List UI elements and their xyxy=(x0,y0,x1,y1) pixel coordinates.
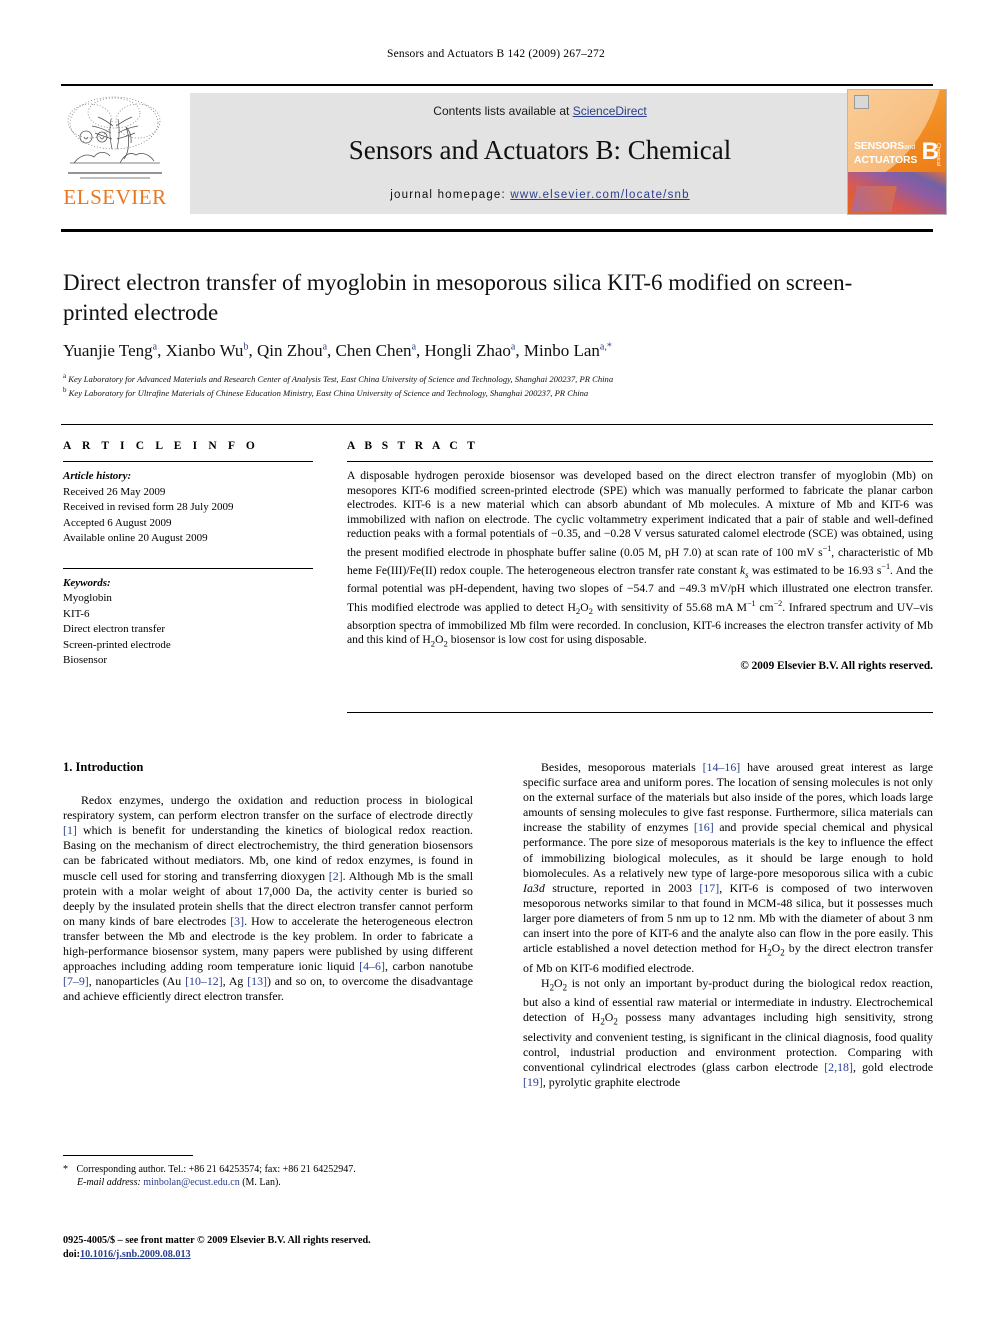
homepage-prefix: journal homepage: xyxy=(390,189,511,201)
page-title: Direct electron transfer of myoglobin in… xyxy=(63,270,853,325)
sciencedirect-link[interactable]: ScienceDirect xyxy=(573,104,647,118)
cover-artwork: SENSORSand ACTUATORS B Chemical xyxy=(848,90,946,214)
abstract-copyright: © 2009 Elsevier B.V. All rights reserved… xyxy=(740,660,933,673)
body-column-left: 1. Introduction Redox enzymes, undergo t… xyxy=(63,760,473,1004)
panel-bottom-rule xyxy=(347,712,933,713)
elsevier-wordmark: ELSEVIER xyxy=(63,185,167,209)
keyword-item: Myoglobin xyxy=(63,592,112,604)
issn-front-matter: 0925-4005/$ – see front matter © 2009 El… xyxy=(63,1235,371,1246)
article-info-column: A R T I C L E I N F O Article history: R… xyxy=(63,440,313,669)
journal-title: Sensors and Actuators B: Chemical xyxy=(348,135,732,165)
cover-stamp-icon xyxy=(854,95,869,109)
section-heading-introduction: 1. Introduction xyxy=(63,760,144,774)
body-column-right: Besides, mesoporous materials [14–16] ha… xyxy=(523,760,933,1090)
footnote-block: * Corresponding author. Tel.: +86 21 642… xyxy=(63,1163,475,1189)
author-list: Yuanjie Tenga, Xianbo Wub, Qin Zhoua, Ch… xyxy=(63,341,612,360)
keyword-item: Screen-printed electrode xyxy=(63,638,171,651)
email-note[interactable]: E-mail address: minbolan@ecust.edu.cn (M… xyxy=(63,1176,475,1189)
affiliation-a: a Key Laboratory for Advanced Materials … xyxy=(63,372,614,384)
info-rule-2 xyxy=(63,567,313,569)
affiliation-a-text: Key Laboratory for Advanced Materials an… xyxy=(68,373,614,384)
panel-top-rule xyxy=(61,424,933,425)
paper-page: Sensors and Actuators B 142 (2009) 267–2… xyxy=(0,0,992,1323)
affiliations: a Key Laboratory for Advanced Materials … xyxy=(63,371,933,400)
abstract-text: A disposable hydrogen peroxide biosensor… xyxy=(347,469,934,649)
cover-line2: ACTUATORS xyxy=(854,154,918,166)
info-rule-1 xyxy=(63,461,313,462)
corresponding-author-note: * Corresponding author. Tel.: +86 21 642… xyxy=(63,1164,356,1175)
journal-homepage-link[interactable]: www.elsevier.com/locate/snb xyxy=(510,189,689,201)
running-head: Sensors and Actuators B 142 (2009) 267–2… xyxy=(387,48,605,60)
doi-line: doi:10.1016/j.snb.2009.08.013 xyxy=(63,1248,503,1262)
masthead-bottom-rule xyxy=(61,229,933,232)
paragraph: H2O2 is not only an important by-product… xyxy=(523,975,933,1089)
abstract-column: A B S T R A C T A disposable hydrogen pe… xyxy=(347,440,933,672)
masthead-panel: Contents lists available at ScienceDirec… xyxy=(190,93,890,214)
doi-link[interactable]: 10.1016/j.snb.2009.08.013 xyxy=(80,1249,191,1260)
keyword-item: Biosensor xyxy=(63,654,107,666)
cover-subtitle: Chemical xyxy=(935,143,941,166)
elsevier-tree-icon xyxy=(67,96,162,179)
cover-line1: SENSORS xyxy=(854,140,904,152)
history-item: Available online 20 August 2009 xyxy=(63,532,208,544)
keyword-item: Direct electron transfer xyxy=(63,623,165,635)
cover-and: and xyxy=(903,144,916,151)
affiliation-b-text: Key Laboratory for Ultrafine Materials o… xyxy=(68,388,589,399)
imprint-block: 0925-4005/$ – see front matter © 2009 El… xyxy=(63,1234,503,1262)
contents-prefix: Contents lists available at xyxy=(433,104,573,118)
journal-cover-thumbnail: SENSORSand ACTUATORS B Chemical xyxy=(847,89,947,215)
doi-label: doi: xyxy=(63,1249,80,1260)
cover-title-text: SENSORSand ACTUATORS xyxy=(854,140,917,166)
journal-homepage-line: journal homepage: www.elsevier.com/locat… xyxy=(190,189,890,201)
history-item: Received 26 May 2009 xyxy=(63,485,166,498)
elsevier-logo: ELSEVIER xyxy=(62,93,168,213)
history-item: Accepted 6 August 2009 xyxy=(63,516,172,529)
paragraph: Besides, mesoporous materials [14–16] ha… xyxy=(523,760,933,975)
journal-masthead: ELSEVIER Contents lists available at Sci… xyxy=(61,84,947,216)
footnote-rule xyxy=(63,1155,193,1156)
article-history-label: Article history: xyxy=(63,470,132,482)
affiliation-b: b Key Laboratory for Ultrafine Materials… xyxy=(63,386,589,399)
keywords-label: Keywords: xyxy=(63,576,111,589)
contents-available-line: Contents lists available at ScienceDirec… xyxy=(190,104,890,118)
abstract-rule xyxy=(347,461,933,462)
masthead-top-rule xyxy=(61,84,933,86)
paragraph: Redox enzymes, undergo the oxidation and… xyxy=(63,793,474,1004)
cover-bottom-accent xyxy=(851,186,897,212)
abstract-heading: A B S T R A C T xyxy=(347,440,479,452)
keyword-item: KIT-6 xyxy=(63,607,90,620)
article-info-heading: A R T I C L E I N F O xyxy=(63,440,259,452)
history-item: Received in revised form 28 July 2009 xyxy=(63,501,234,513)
